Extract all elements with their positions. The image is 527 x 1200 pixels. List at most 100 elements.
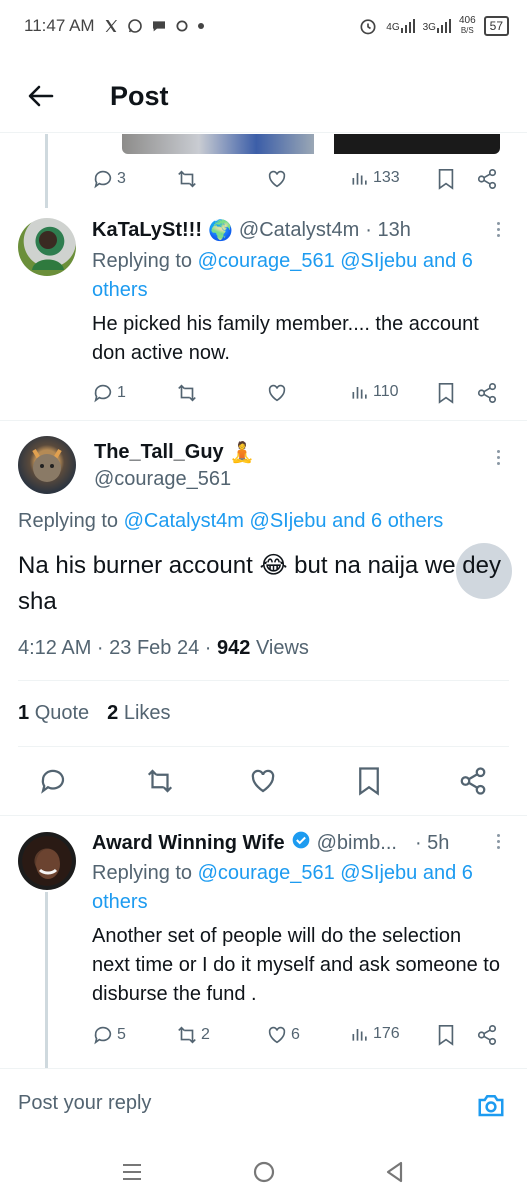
header-divider <box>0 132 527 133</box>
reply-input[interactable]: Post your reply <box>18 1092 151 1115</box>
replying-to: Replying to @Catalyst4m @SIjebu and 6 ot… <box>18 510 444 532</box>
like-button[interactable] <box>266 382 288 404</box>
back-arrow-icon[interactable] <box>26 81 56 111</box>
likes-link[interactable]: 2 Likes <box>107 702 170 725</box>
share-icon <box>477 169 497 189</box>
net-speed: 406 B/S <box>458 15 476 36</box>
quotes-link[interactable]: 1 Quote <box>18 702 89 725</box>
globe-emoji: 🌍 <box>208 220 233 242</box>
circle-icon <box>175 19 189 33</box>
views-button[interactable]: 133 <box>350 168 400 188</box>
replying-to: Replying to @courage_561 @SIjebu and 6 o… <box>92 250 473 301</box>
retweet-button[interactable]: 2 <box>176 1024 210 1046</box>
reply-count: 5 <box>117 1026 126 1043</box>
heart-icon <box>268 1026 286 1044</box>
more-options-icon[interactable] <box>494 834 502 849</box>
thread-line <box>45 134 48 208</box>
views-button[interactable]: 110 <box>350 382 399 402</box>
media-image-left[interactable] <box>122 134 314 154</box>
share-icon <box>477 1025 497 1045</box>
recent-apps-icon[interactable] <box>118 1158 146 1186</box>
retweet-icon <box>178 384 196 402</box>
bookmark-button[interactable] <box>436 1024 456 1046</box>
like-count: 6 <box>291 1026 300 1043</box>
heart-icon <box>268 384 286 402</box>
reply-icon <box>94 170 112 189</box>
x-logo-icon <box>103 18 119 34</box>
reply-count: 1 <box>117 384 126 401</box>
more-options-icon[interactable] <box>494 450 502 465</box>
bookmark-button[interactable] <box>436 382 456 404</box>
avatar[interactable] <box>18 436 76 494</box>
retweet-count: 2 <box>201 1026 210 1043</box>
bookmark-button[interactable] <box>356 766 382 796</box>
reply-button[interactable]: 3 <box>92 168 126 190</box>
main-display-name[interactable]: The_Tall_Guy 🧘 <box>94 440 255 465</box>
retweet-icon <box>147 769 173 793</box>
like-button[interactable]: 6 <box>266 1024 300 1046</box>
share-button[interactable] <box>476 1024 498 1046</box>
tweet-timestamp: 4:12 AM · 23 Feb 24 · 942 Views <box>18 637 309 659</box>
main-tweet-text: Na his burner account 😂 but na naija we … <box>18 552 501 615</box>
meditate-emoji: 🧘 <box>229 442 255 464</box>
avatar[interactable] <box>18 832 76 890</box>
views-chart-icon <box>352 387 367 399</box>
top-app-bar: Post <box>0 60 527 132</box>
reply-button[interactable]: 5 <box>92 1024 126 1046</box>
tweet-text: Another set of people will do the select… <box>92 925 500 1005</box>
like-button[interactable] <box>266 168 288 190</box>
bookmark-icon <box>438 1025 454 1046</box>
tweet-text: He picked his family member.... the acco… <box>92 313 479 364</box>
display-name[interactable]: Award Winning Wife <box>92 832 285 855</box>
avatar[interactable] <box>18 218 76 276</box>
retweet-button[interactable] <box>176 168 198 190</box>
network-4g: 4G <box>386 19 415 33</box>
more-options-icon[interactable] <box>494 222 502 237</box>
reply-icon <box>94 1026 112 1045</box>
alarm-icon <box>358 16 378 36</box>
reply-button[interactable] <box>38 766 68 796</box>
divider <box>0 420 527 421</box>
divider <box>0 1068 527 1069</box>
home-icon[interactable] <box>250 1158 278 1186</box>
page-title: Post <box>110 80 169 111</box>
retweet-button[interactable] <box>176 382 198 404</box>
signal-icon <box>400 19 415 33</box>
reply2-header: Award Winning Wife @bimb... · 5h <box>92 830 449 856</box>
signal-icon <box>436 19 451 33</box>
share-button[interactable] <box>476 382 498 404</box>
display-name[interactable]: KaTaLySt!!! <box>92 219 202 242</box>
network-3g: 3G <box>423 19 451 33</box>
bookmark-icon <box>438 169 454 190</box>
status-time: 11:47 AM <box>24 16 95 35</box>
share-button[interactable] <box>458 766 488 796</box>
bookmark-icon <box>359 767 379 796</box>
whatsapp-icon <box>127 18 143 34</box>
battery-indicator: 57 <box>483 16 509 36</box>
retweet-button[interactable] <box>145 766 175 796</box>
replying-mentions[interactable]: @Catalyst4m @SIjebu and 6 others <box>124 510 444 532</box>
user-handle[interactable]: @Catalyst4m <box>239 219 359 242</box>
views-count: 133 <box>373 169 400 186</box>
post-time: · 5h <box>414 831 450 854</box>
views-button[interactable]: 176 <box>350 1024 400 1044</box>
divider <box>18 746 509 747</box>
share-button[interactable] <box>476 168 498 190</box>
status-bar: 11:47 AM 4G 3G 406 B/S 57 <box>0 0 527 52</box>
tweet-media-partial[interactable] <box>92 134 506 154</box>
views-count: 110 <box>373 383 399 400</box>
bookmark-button[interactable] <box>436 168 456 190</box>
camera-icon[interactable] <box>476 1090 506 1120</box>
views-chart-icon <box>352 1029 367 1041</box>
user-handle[interactable]: @courage_561 <box>94 468 231 491</box>
user-handle[interactable]: @bimb... <box>317 832 397 855</box>
thread-line <box>45 892 48 1068</box>
reply-icon <box>41 769 65 794</box>
replying-to: Replying to @courage_561 @SIjebu and 6 o… <box>92 862 473 913</box>
back-nav-icon[interactable] <box>380 1158 408 1186</box>
like-button[interactable] <box>248 766 278 796</box>
reply-button[interactable]: 1 <box>92 382 126 404</box>
heart-icon <box>268 170 286 188</box>
media-image-right[interactable] <box>334 134 500 154</box>
verified-badge-icon <box>291 830 311 856</box>
